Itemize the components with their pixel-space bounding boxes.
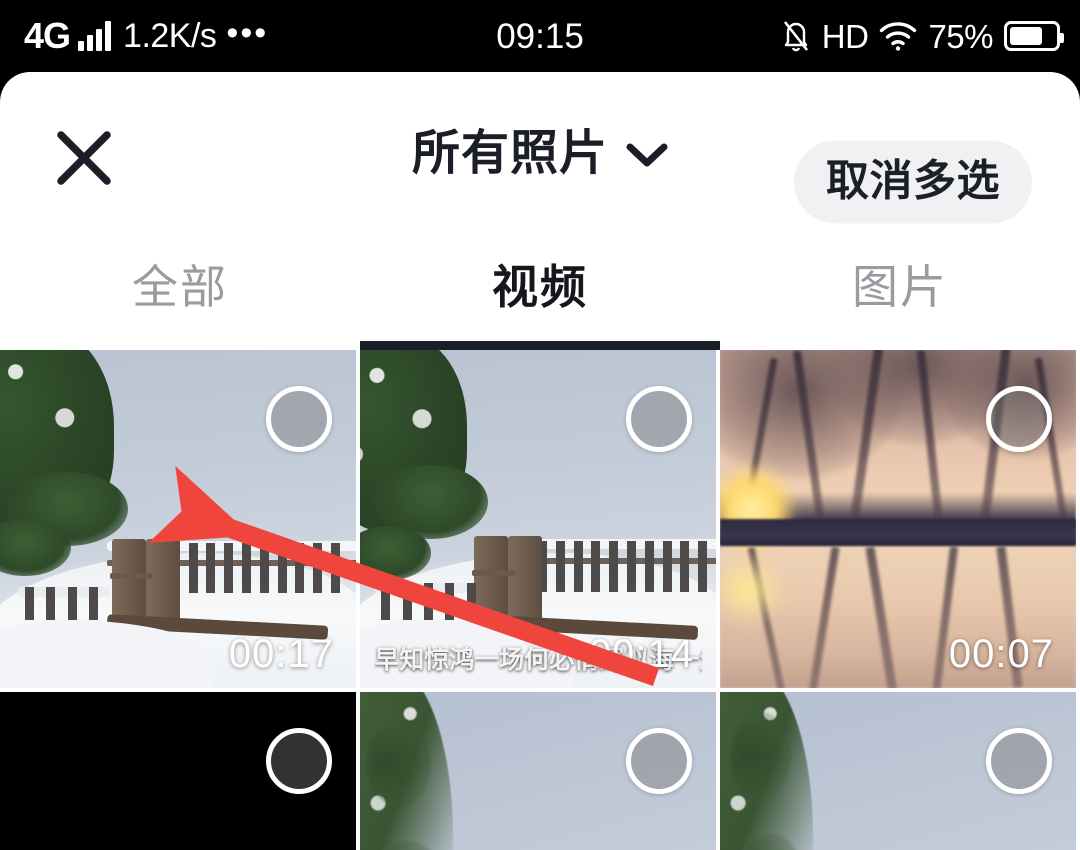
media-type-tabs: 全部 视频 图片 — [0, 232, 1080, 350]
status-bar-right: HD 75% — [781, 17, 1064, 55]
media-grid-item[interactable]: 00:07 — [720, 350, 1076, 688]
select-circle-icon[interactable] — [266, 386, 332, 452]
chevron-down-icon — [626, 142, 668, 173]
select-circle-icon[interactable] — [266, 728, 332, 794]
hd-label: HD — [821, 17, 869, 55]
media-grid-item[interactable] — [360, 692, 716, 850]
phone-screen: 4G 1.2K/s ••• 09:15 HD 75% 所有照片 取消多选 全部 … — [0, 0, 1080, 850]
media-grid-item[interactable]: 00:17 — [0, 350, 356, 688]
media-grid-item[interactable] — [0, 692, 356, 850]
tab-image[interactable]: 图片 — [720, 232, 1080, 350]
video-duration-label: 00:07 — [948, 632, 1054, 676]
media-grid-item[interactable] — [720, 692, 1076, 850]
select-circle-icon[interactable] — [626, 728, 692, 794]
tab-all[interactable]: 全部 — [0, 232, 360, 350]
photo-picker-sheet: 所有照片 取消多选 全部 视频 图片 00:17 早知惊鸿一场何必情深似海一生 … — [0, 72, 1080, 850]
media-grid: 00:17 早知惊鸿一场何必情深似海一生 00:14 00:07 — [0, 350, 1080, 850]
page-title: 所有照片 — [411, 127, 608, 180]
wifi-icon — [879, 21, 917, 51]
video-duration-label: 00:14 — [588, 632, 694, 676]
video-duration-label: 00:17 — [228, 632, 334, 676]
select-circle-icon[interactable] — [986, 728, 1052, 794]
battery-percent-label: 75% — [928, 17, 993, 55]
media-grid-item[interactable]: 早知惊鸿一场何必情深似海一生 00:14 — [360, 350, 716, 688]
active-tab-indicator — [360, 341, 720, 350]
tab-video[interactable]: 视频 — [360, 232, 720, 350]
bell-muted-icon — [781, 19, 811, 53]
battery-icon — [1004, 21, 1064, 51]
select-circle-icon[interactable] — [626, 386, 692, 452]
cancel-multiselect-button[interactable]: 取消多选 — [794, 140, 1032, 224]
status-bar: 4G 1.2K/s ••• 09:15 HD 75% — [0, 0, 1080, 72]
select-circle-icon[interactable] — [986, 386, 1052, 452]
sheet-header: 所有照片 取消多选 — [0, 72, 1080, 232]
